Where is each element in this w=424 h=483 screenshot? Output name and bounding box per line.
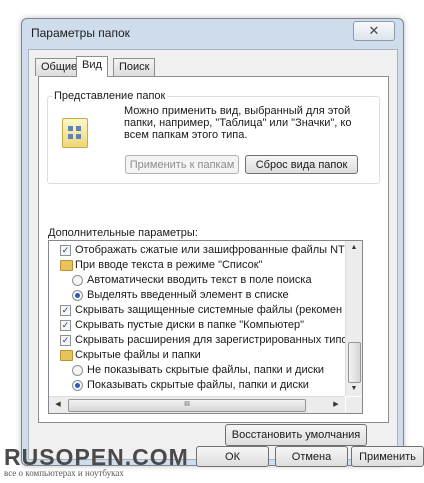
advanced-settings-list[interactable]: ✓ Отображать сжатые или зашифрованные фай…: [48, 240, 363, 414]
option-radio[interactable]: [72, 275, 83, 286]
folder-icon: [60, 260, 73, 271]
vertical-scroll-thumb[interactable]: [348, 342, 361, 383]
folder-views-group: Представление папок Можно применить вид,…: [47, 90, 380, 184]
option-radio[interactable]: [72, 365, 83, 376]
advanced-option-row[interactable]: Автоматически вводить текст в поле поиск…: [49, 274, 345, 287]
close-button[interactable]: ✕: [353, 21, 395, 41]
option-checkbox[interactable]: ✓: [60, 305, 71, 316]
advanced-option-row[interactable]: Показывать скрытые файлы, папки и диски: [49, 379, 345, 392]
arrow-down-icon[interactable]: ▼: [346, 382, 362, 396]
arrow-right-icon[interactable]: ▶: [329, 397, 343, 413]
folder-views-description: Можно применить вид, выбранный для этой …: [124, 105, 352, 141]
watermark-logo: RUSOPEN.COM: [4, 444, 189, 470]
option-checkbox[interactable]: ✓: [60, 320, 71, 331]
arrow-up-icon[interactable]: ▲: [346, 241, 362, 255]
advanced-settings-items: ✓ Отображать сжатые или зашифрованные фай…: [49, 241, 345, 396]
folder-icon: [60, 350, 73, 361]
folder-view-icon: [62, 118, 88, 148]
advanced-option-row[interactable]: ✓ Скрывать защищенные системные файлы (ре…: [49, 304, 345, 317]
option-label: Не показывать скрытые файлы, папки и дис…: [87, 364, 325, 376]
horizontal-scroll-thumb[interactable]: III: [68, 399, 306, 412]
site-watermark: RUSOPEN.COM все о компьютерах и ноутбука…: [4, 444, 189, 479]
window-title: Параметры папок: [31, 26, 130, 40]
title-bar[interactable]: Параметры папок ✕: [22, 19, 403, 47]
option-label: Скрывать пустые диски в папке "Компьютер…: [75, 319, 305, 331]
option-label: Скрывать защищенные системные файлы (рек…: [75, 304, 343, 316]
restore-defaults-button[interactable]: Восстановить умолчания: [225, 424, 367, 446]
tab-view[interactable]: Вид: [76, 56, 108, 77]
view-tab-panel: Представление папок Можно применить вид,…: [38, 76, 389, 446]
apply-button[interactable]: Применить: [351, 446, 424, 467]
close-icon: ✕: [368, 23, 380, 38]
option-label: Автоматически вводить текст в поле поиск…: [87, 274, 312, 286]
advanced-option-row[interactable]: ✓ Скрывать расширения для зарегистрирован…: [49, 334, 345, 347]
cancel-button[interactable]: Отмена: [275, 446, 348, 467]
option-label: Показывать скрытые файлы, папки и диски: [87, 379, 309, 391]
advanced-option-row[interactable]: При вводе текста в режиме "Список": [49, 259, 345, 272]
option-radio[interactable]: [72, 380, 83, 391]
advanced-option-row[interactable]: ✓ Скрывать пустые диски в папке "Компьюте…: [49, 319, 345, 332]
option-label: Скрытые файлы и папки: [75, 349, 201, 361]
folder-options-dialog: Параметры папок ✕ Общие Вид Поиск Предст…: [21, 18, 424, 467]
advanced-option-row[interactable]: ✓ Отображать сжатые или зашифрованные фай…: [49, 244, 345, 257]
scrollbar-corner: [346, 397, 362, 413]
folder-views-label: Представление папок: [52, 90, 168, 102]
reset-folders-button[interactable]: Сброс вида папок: [245, 155, 358, 174]
option-label: Скрывать расширения для зарегистрированн…: [75, 334, 345, 346]
option-checkbox[interactable]: ✓: [60, 245, 71, 256]
tab-search[interactable]: Поиск: [113, 58, 156, 76]
dialog-client-area: Общие Вид Поиск Представление папок Можн…: [28, 49, 424, 467]
advanced-settings-label: Дополнительные параметры:: [48, 227, 198, 239]
option-checkbox[interactable]: ✓: [60, 335, 71, 346]
option-label: Выделять введенный элемент в списке: [87, 289, 289, 301]
vertical-scrollbar[interactable]: ▲ ▼: [345, 241, 362, 396]
advanced-option-row[interactable]: Выделять введенный элемент в списке: [49, 289, 345, 302]
apply-to-folders-button[interactable]: Применить к папкам: [125, 155, 239, 174]
option-radio[interactable]: [72, 290, 83, 301]
advanced-option-row[interactable]: Скрытые файлы и папки: [49, 349, 345, 362]
ok-button[interactable]: ОК: [196, 446, 269, 467]
horizontal-scrollbar[interactable]: ◀ III ▶: [49, 396, 345, 413]
option-label: Отображать сжатые или зашифрованные файл…: [75, 244, 345, 256]
arrow-left-icon[interactable]: ◀: [51, 397, 65, 413]
option-label: При вводе текста в режиме "Список": [75, 259, 263, 271]
advanced-option-row[interactable]: Не показывать скрытые файлы, папки и дис…: [49, 364, 345, 377]
